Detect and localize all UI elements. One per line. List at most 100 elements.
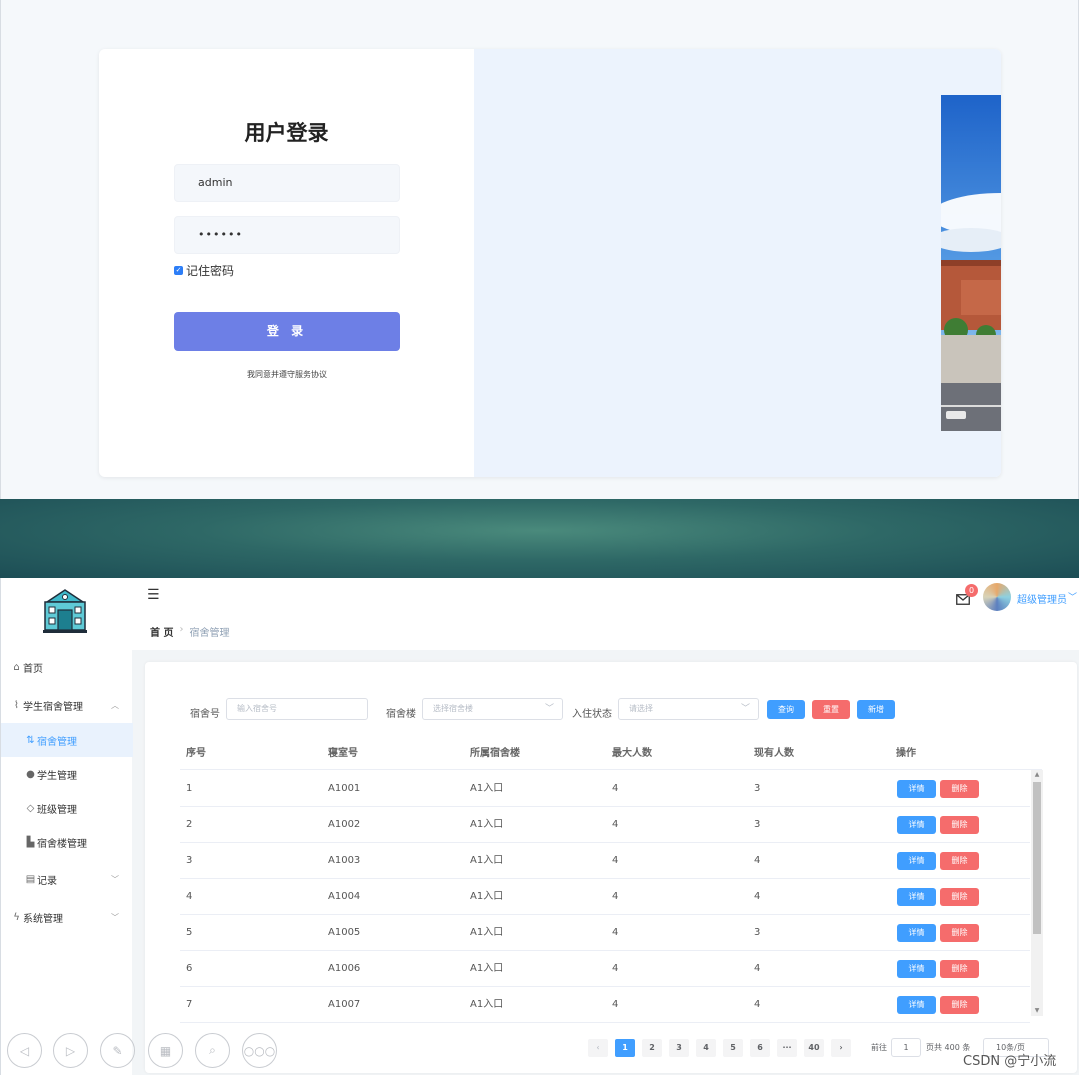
- status-select[interactable]: 请选择 ﹀: [618, 698, 759, 720]
- sidebar-item-label: 学生管理: [37, 770, 77, 782]
- page-button[interactable]: 6: [750, 1039, 770, 1057]
- chevron-down-icon[interactable]: ﹀: [1068, 590, 1077, 603]
- building-filter-label: 宿舍楼: [386, 709, 416, 720]
- detail-button[interactable]: 详情: [897, 852, 936, 870]
- prev-page-icon[interactable]: ‹: [588, 1039, 608, 1057]
- detail-button[interactable]: 详情: [897, 888, 936, 906]
- table-header: 序号 寝室号 所属宿舍楼 最大人数 现有人数 操作: [180, 740, 1042, 770]
- delete-button[interactable]: 删除: [940, 960, 979, 978]
- goto-page-input[interactable]: 1: [891, 1038, 921, 1057]
- user-name[interactable]: 超级管理员: [1017, 591, 1067, 606]
- watermark: CSDN @宁小流: [963, 1054, 1057, 1069]
- delete-button[interactable]: 删除: [940, 996, 979, 1014]
- table-cell: A1入口: [470, 999, 504, 1010]
- sidebar-item-rooms[interactable]: ⇅ 宿舍管理: [1, 723, 133, 757]
- dormitory-logo-icon: [43, 589, 87, 633]
- back-icon[interactable]: ◁: [7, 1033, 42, 1068]
- table-cell: 3: [754, 927, 761, 938]
- table-cell: A1入口: [470, 855, 504, 866]
- delete-button[interactable]: 删除: [940, 888, 979, 906]
- agreement-text: 我同意并遵守服务协议: [247, 370, 327, 379]
- more-icon[interactable]: ○○○: [242, 1033, 277, 1068]
- table-cell: 3: [754, 819, 761, 830]
- table-row: 6 A1006 A1入口 4 4 详情 删除: [180, 951, 1030, 987]
- breadcrumb-separator-icon: ›: [179, 624, 184, 635]
- pen-icon[interactable]: ✎: [100, 1033, 135, 1068]
- checkbox-icon[interactable]: ✓: [174, 266, 183, 275]
- delete-button[interactable]: 删除: [940, 852, 979, 870]
- menu-toggle-icon[interactable]: ☰: [147, 587, 160, 603]
- table-cell: 4: [612, 963, 619, 974]
- breadcrumb-home[interactable]: 首 页: [150, 624, 173, 639]
- table-scrollbar[interactable]: ▲ ▼: [1031, 770, 1043, 1016]
- table-row: 5 A1005 A1入口 4 3 详情 删除: [180, 915, 1030, 951]
- sidebar: ⌂ 首页 ⌇ 学生宿舍管理 ︿ ⇅ 宿舍管理 ● 学生管理 ◇ 班级管理 ▙ 宿…: [0, 578, 133, 1075]
- password-input[interactable]: ••••••: [174, 216, 400, 254]
- column-header: 最大人数: [612, 748, 652, 759]
- building-icon: ▙: [26, 836, 35, 848]
- forward-icon[interactable]: ▷: [53, 1033, 88, 1068]
- zoom-icon[interactable]: ⌕: [195, 1033, 230, 1068]
- page-button[interactable]: 40: [804, 1039, 824, 1057]
- delete-button[interactable]: 删除: [940, 780, 979, 798]
- goto-label: 前往: [871, 1043, 887, 1052]
- chevron-up-icon: ︿: [111, 700, 119, 710]
- page-button[interactable]: 4: [696, 1039, 716, 1057]
- reset-button[interactable]: 重置: [812, 700, 850, 719]
- sidebar-item-label: 班级管理: [37, 804, 77, 816]
- table-cell: 1: [186, 783, 193, 794]
- detail-button[interactable]: 详情: [897, 816, 936, 834]
- page-button[interactable]: 1: [615, 1039, 635, 1057]
- table-row: 4 A1004 A1入口 4 4 详情 删除: [180, 879, 1030, 915]
- sidebar-item-label: 宿舍楼管理: [37, 838, 87, 850]
- room-placeholder: 输入宿舍号: [237, 704, 277, 713]
- column-header: 序号: [186, 748, 206, 759]
- page-button[interactable]: 2: [642, 1039, 662, 1057]
- column-header: 现有人数: [754, 748, 794, 759]
- login-button[interactable]: 登 录: [174, 312, 400, 351]
- sidebar-item-students[interactable]: ● 学生管理: [1, 757, 133, 791]
- add-button[interactable]: 新增: [857, 700, 895, 719]
- layers-icon: ◇: [26, 802, 35, 814]
- chevron-down-icon: ﹀: [111, 912, 119, 922]
- sidebar-item-classes[interactable]: ◇ 班级管理: [1, 791, 133, 825]
- room-search-input[interactable]: 输入宿舍号: [226, 698, 368, 720]
- scroll-thumb[interactable]: [1033, 782, 1041, 934]
- delete-button[interactable]: 删除: [940, 924, 979, 942]
- remember-label: 记住密码: [186, 264, 235, 278]
- top-bar: ☰ 首 页 › 宿舍管理 0 超级管理员 ﹀: [132, 578, 1079, 650]
- sidebar-item-buildings[interactable]: ▙ 宿舍楼管理: [1, 825, 133, 859]
- avatar[interactable]: [983, 583, 1011, 611]
- breadcrumb: 首 页 › 宿舍管理: [150, 624, 229, 639]
- sidebar-item-records[interactable]: ▤ 记录 ﹀: [1, 862, 133, 896]
- sidebar-item-home[interactable]: ⌂ 首页: [1, 650, 133, 684]
- admin-page: ⌂ 首页 ⌇ 学生宿舍管理 ︿ ⇅ 宿舍管理 ● 学生管理 ◇ 班级管理 ▙ 宿…: [0, 578, 1079, 1075]
- detail-button[interactable]: 详情: [897, 780, 936, 798]
- grid-icon[interactable]: ▦: [148, 1033, 183, 1068]
- scroll-up-icon[interactable]: ▲: [1031, 770, 1043, 780]
- sidebar-item-system[interactable]: ϟ 系统管理 ﹀: [1, 900, 133, 934]
- table-cell: 3: [754, 783, 761, 794]
- page-button[interactable]: 3: [669, 1039, 689, 1057]
- query-button[interactable]: 查询: [767, 700, 805, 719]
- sidebar-item-dorm-management-group[interactable]: ⌇ 学生宿舍管理 ︿: [1, 688, 133, 722]
- background-band: [0, 499, 1079, 578]
- page-button[interactable]: ···: [777, 1039, 797, 1057]
- table-cell: A1003: [328, 855, 361, 866]
- detail-button[interactable]: 详情: [897, 960, 936, 978]
- detail-button[interactable]: 详情: [897, 924, 936, 942]
- lightning-icon: ϟ: [13, 911, 20, 923]
- next-page-icon[interactable]: ›: [831, 1039, 851, 1057]
- remember-password[interactable]: ✓ 记住密码: [174, 262, 234, 279]
- main-content: 宿舍号 输入宿舍号 宿舍楼 选择宿舍楼 ﹀ 入住状态 请选择 ﹀ 查询 重置 新增 …: [145, 662, 1077, 1073]
- scroll-down-icon[interactable]: ▼: [1031, 1006, 1043, 1016]
- table-cell: 3: [186, 855, 193, 866]
- building-select[interactable]: 选择宿舍楼 ﹀: [422, 698, 563, 720]
- login-illustration-panel: [474, 49, 1001, 477]
- username-input[interactable]: admin: [174, 164, 400, 202]
- delete-button[interactable]: 删除: [940, 816, 979, 834]
- detail-button[interactable]: 详情: [897, 996, 936, 1014]
- breadcrumb-current: 宿舍管理: [189, 628, 230, 639]
- login-card: 用户登录 admin •••••• ✓ 记住密码 登 录 我同意并遵守服务协议: [99, 49, 1001, 477]
- page-button[interactable]: 5: [723, 1039, 743, 1057]
